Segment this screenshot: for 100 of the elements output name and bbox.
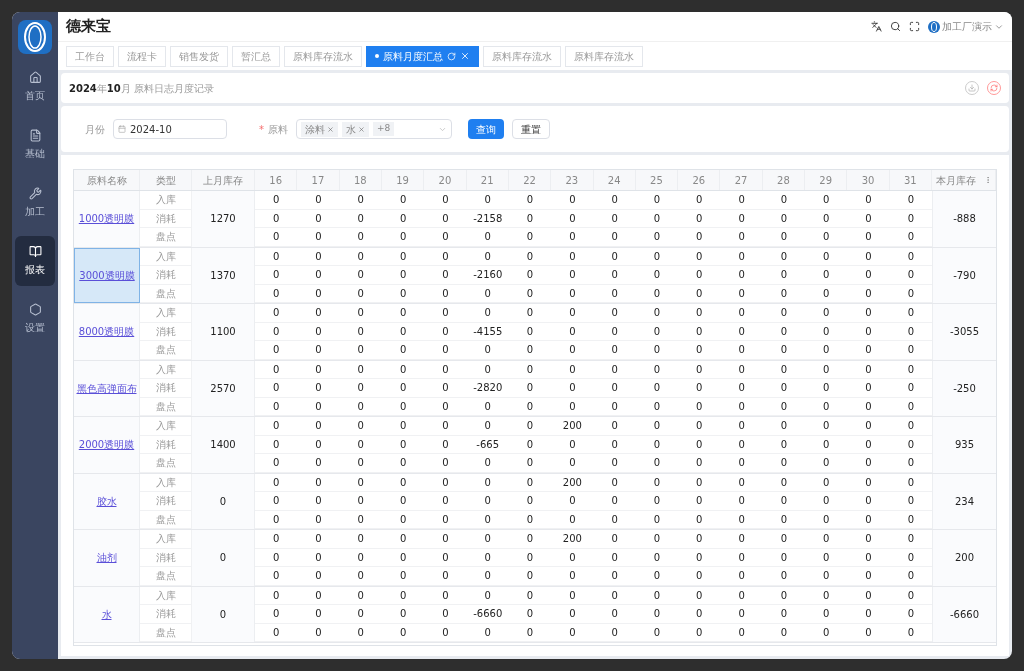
material-select[interactable]: 涂料 水 +8 <box>296 119 452 139</box>
sidebar-item[interactable]: 首页 <box>15 62 55 112</box>
table-cell: 0 <box>551 247 594 266</box>
table-cell: 0 <box>466 228 509 247</box>
table-cell: 0 <box>805 586 848 605</box>
more-tag: +8 <box>373 122 395 136</box>
sidebar-item[interactable]: 基础 <box>15 120 55 170</box>
table-cell: 0 <box>678 567 721 586</box>
table-cell: 0 <box>424 247 467 266</box>
table-cell: 0 <box>720 304 763 323</box>
table-cell: 0 <box>551 341 594 360</box>
table-cell: 0 <box>720 191 763 210</box>
document-icon <box>28 129 42 142</box>
sidebar-item[interactable]: 报表 <box>15 236 55 286</box>
table-cell: 0 <box>551 623 594 642</box>
tab[interactable]: 工作台 <box>66 45 114 67</box>
reset-button[interactable]: 重置 <box>512 119 550 139</box>
tab[interactable]: 流程卡 <box>118 45 166 67</box>
table-cell: 0 <box>297 567 340 586</box>
table-cell: 0 <box>762 605 806 624</box>
table-cell: 0 <box>678 586 721 605</box>
table-cell: 0 <box>424 304 467 323</box>
table-cell: 0 <box>508 360 552 379</box>
table-cell: 0 <box>847 567 890 586</box>
sidebar-item[interactable]: 加工 <box>15 178 55 228</box>
fullscreen-icon[interactable] <box>909 21 920 32</box>
column-header: 22 <box>523 173 536 188</box>
close-icon[interactable] <box>358 125 365 133</box>
column-header: 17 <box>311 173 325 188</box>
tab[interactable]: 销售发货 <box>170 45 228 67</box>
table-cell: 0 <box>678 209 721 228</box>
table-cell: 0 <box>593 454 636 473</box>
table-cell: 0 <box>381 435 425 454</box>
table-cell: 0 <box>297 341 340 360</box>
material-link[interactable]: 胶水 <box>96 493 117 509</box>
table-cell: 0 <box>847 209 890 228</box>
translate-icon[interactable] <box>871 21 882 32</box>
table-cell: 0 <box>720 247 763 266</box>
table-cell: 0 <box>635 191 679 210</box>
material-link[interactable]: 1000透明膜 <box>78 211 135 227</box>
table-cell: 0 <box>593 209 636 228</box>
month-stock-cell: -3055 <box>932 304 996 360</box>
table-cell: 0 <box>339 510 382 529</box>
table-cell: 0 <box>593 266 636 285</box>
table-cell: 0 <box>762 473 806 492</box>
table-cell: 0 <box>635 247 679 266</box>
material-link[interactable]: 2000透明膜 <box>78 437 135 453</box>
material-link[interactable]: 8000透明膜 <box>78 324 135 340</box>
table-cell: 0 <box>508 492 552 511</box>
table-cell: 0 <box>593 510 636 529</box>
table-cell: 0 <box>339 435 382 454</box>
table-cell: 0 <box>381 266 425 285</box>
table-cell: 0 <box>381 454 425 473</box>
table-cell: 0 <box>551 510 594 529</box>
table-cell: 0 <box>551 454 594 473</box>
table-cell: 0 <box>381 360 425 379</box>
table-cell: 0 <box>762 435 806 454</box>
table-cell: 0 <box>805 623 848 642</box>
tab[interactable]: 原料库存流水 <box>565 45 643 67</box>
tab[interactable]: 原料库存流水 <box>483 45 561 67</box>
tab[interactable]: 暂汇总 <box>232 45 280 67</box>
column-header: 28 <box>777 173 790 188</box>
table-cell: 0 <box>805 435 848 454</box>
material-link[interactable]: 3000透明膜 <box>79 267 135 283</box>
table-cell: 0 <box>508 454 552 473</box>
material-link[interactable]: 油剂 <box>96 550 117 566</box>
query-button[interactable]: 查询 <box>468 119 504 139</box>
table-cell: 0 <box>424 322 467 341</box>
close-icon[interactable] <box>327 125 334 133</box>
table-cell: 0 <box>551 492 594 511</box>
table-cell: 0 <box>297 228 340 247</box>
month-field[interactable]: 2024-10 <box>113 119 227 139</box>
sidebar-item[interactable]: 设置 <box>15 294 55 344</box>
table-cell: 0 <box>678 510 721 529</box>
material-link[interactable]: 水 <box>101 606 112 622</box>
table-cell: 0 <box>635 266 679 285</box>
tab[interactable]: 原料月度汇总 <box>366 45 479 67</box>
table-cell: 0 <box>805 417 848 436</box>
close-icon[interactable] <box>460 51 470 61</box>
table-cell: 0 <box>424 454 467 473</box>
table-cell: 0 <box>593 530 636 549</box>
table-cell: 0 <box>762 417 806 436</box>
user-menu[interactable]: 加工厂演示 <box>928 19 1004 34</box>
table-cell: 0 <box>635 322 679 341</box>
table-cell: 0 <box>762 228 806 247</box>
table-cell: 0 <box>762 304 806 323</box>
column-header: 19 <box>396 173 409 188</box>
refresh-button[interactable] <box>987 81 1001 95</box>
search-icon[interactable] <box>890 21 901 32</box>
material-link[interactable]: 黑色高弹面布 <box>76 380 137 396</box>
table-cell: 0 <box>551 284 594 303</box>
table-cell: 0 <box>593 228 636 247</box>
table-cell: 0 <box>424 284 467 303</box>
tab[interactable]: 原料库存流水 <box>284 45 362 67</box>
table-cell: 0 <box>805 360 848 379</box>
table-cell: 0 <box>508 228 552 247</box>
table-cell: 0 <box>339 605 382 624</box>
refresh-icon[interactable] <box>447 51 456 61</box>
table-cell: 0 <box>847 492 890 511</box>
table-cell: 0 <box>635 379 679 398</box>
